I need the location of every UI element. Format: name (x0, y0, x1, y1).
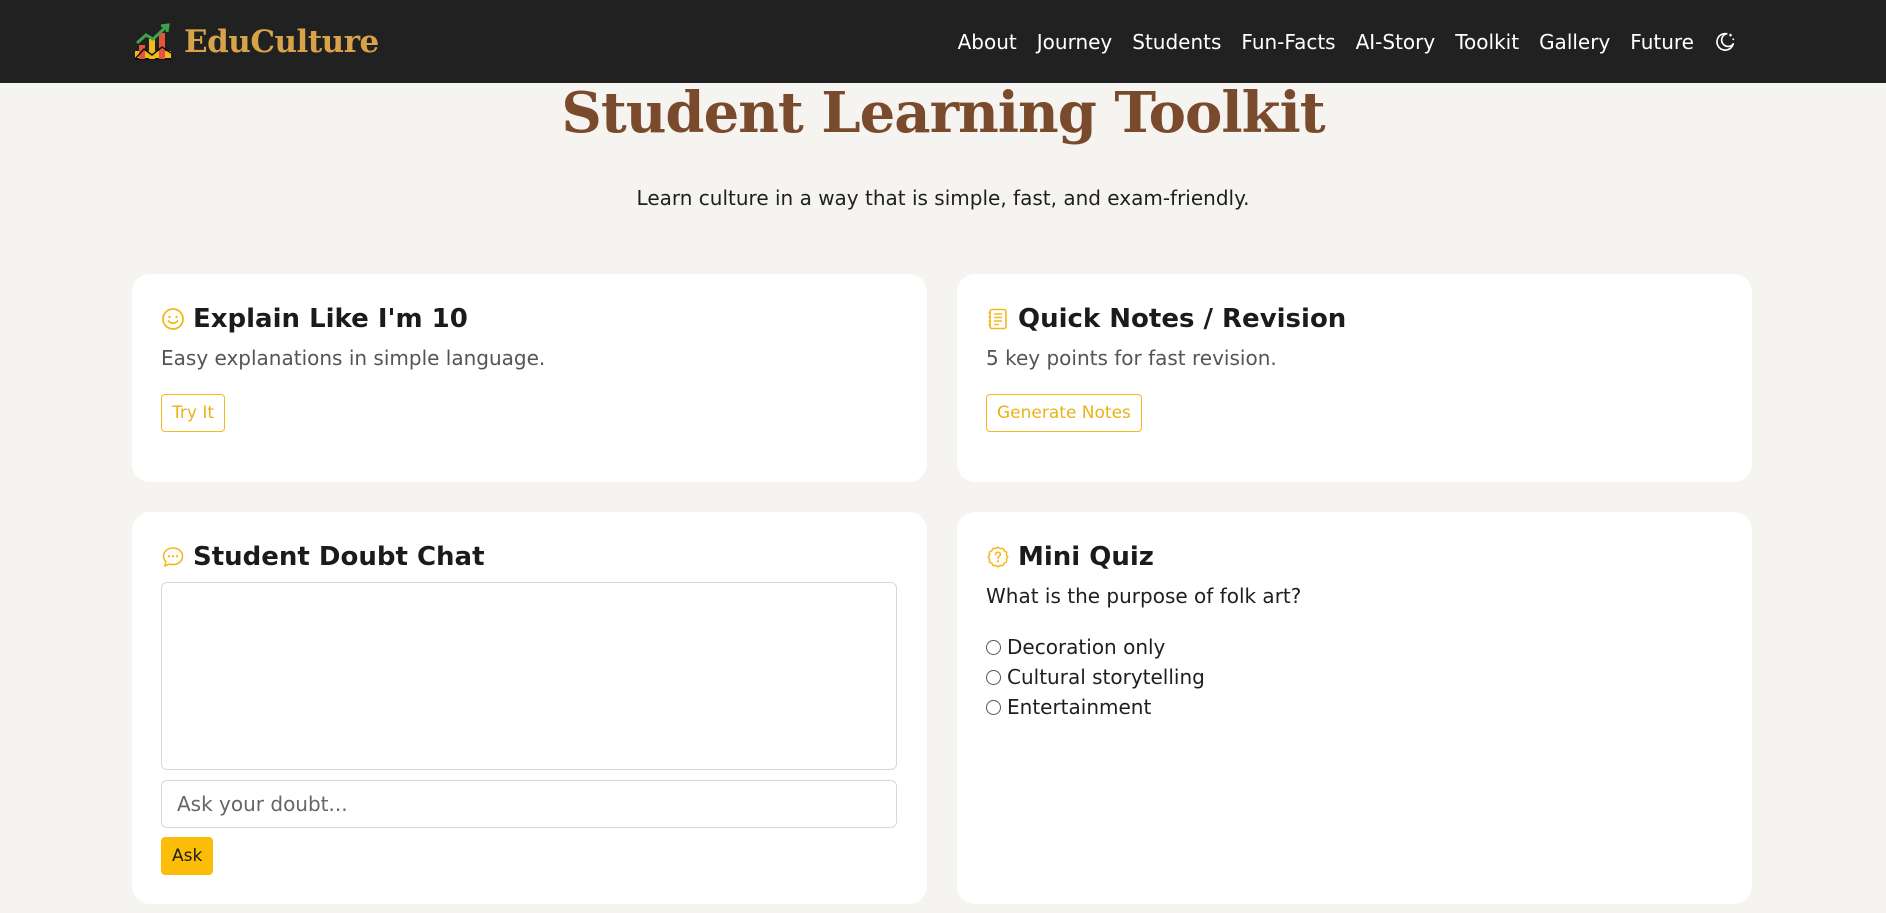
quiz-radio-decoration[interactable] (986, 639, 1001, 655)
quiz-option-storytelling[interactable]: Cultural storytelling (986, 662, 1205, 692)
nav-links: About Journey Students Fun-Facts AI-Stor… (958, 0, 1736, 83)
page-subtitle: Learn culture in a way that is simple, f… (636, 186, 1250, 210)
chat-icon (162, 547, 184, 567)
nav-future[interactable]: Future (1630, 30, 1694, 54)
explain-card-title: Explain Like I'm 10 (193, 304, 468, 334)
nav-journey[interactable]: Journey (1037, 30, 1113, 54)
nav-about[interactable]: About (958, 30, 1017, 54)
quiz-radio-entertainment[interactable] (986, 699, 1001, 715)
page-title: Student Learning Toolkit (561, 80, 1325, 146)
chat-messages-area[interactable] (161, 582, 897, 770)
nav-gallery[interactable]: Gallery (1539, 30, 1610, 54)
quiz-option-entertainment[interactable]: Entertainment (986, 692, 1205, 722)
try-it-button[interactable]: Try It (161, 394, 226, 432)
brand-name: EduCulture (184, 24, 379, 60)
doubt-chat-card-header: Student Doubt Chat (161, 542, 485, 572)
smile-icon (162, 308, 184, 330)
mini-quiz-card: Mini Quiz What is the purpose of folk ar… (957, 512, 1752, 904)
notes-card-description: 5 key points for fast revision. (986, 346, 1277, 370)
nav-fun-facts[interactable]: Fun-Facts (1241, 30, 1335, 54)
navbar: EduCulture About Journey Students Fun-Fa… (0, 0, 1886, 83)
quiz-option-label: Entertainment (1007, 695, 1152, 719)
notes-icon (988, 308, 1007, 330)
chart-growth-icon (134, 23, 172, 60)
notes-card: Quick Notes / Revision 5 key points for … (957, 274, 1752, 482)
doubt-input[interactable] (161, 780, 897, 828)
explain-card: Explain Like I'm 10 Easy explanations in… (132, 274, 927, 482)
mini-quiz-card-header: Mini Quiz (986, 542, 1154, 572)
question-icon (987, 546, 1009, 568)
nav-students[interactable]: Students (1132, 30, 1221, 54)
quiz-option-label: Cultural storytelling (1007, 665, 1205, 689)
moon-icon[interactable] (1714, 31, 1736, 53)
brand-logo[interactable]: EduCulture (132, 20, 379, 64)
notes-card-header: Quick Notes / Revision (986, 304, 1346, 334)
explain-card-header: Explain Like I'm 10 (161, 304, 468, 334)
nav-ai-story[interactable]: AI-Story (1356, 30, 1436, 54)
quiz-radio-storytelling[interactable] (986, 669, 1001, 685)
notes-card-title: Quick Notes / Revision (1018, 304, 1347, 334)
explain-card-description: Easy explanations in simple language. (161, 346, 546, 370)
quiz-option-decoration[interactable]: Decoration only (986, 632, 1205, 662)
generate-notes-button[interactable]: Generate Notes (986, 394, 1142, 432)
quiz-question: What is the purpose of folk art? (986, 584, 1302, 608)
quiz-options: Decoration only Cultural storytelling En… (986, 632, 1205, 722)
nav-toolkit[interactable]: Toolkit (1455, 30, 1519, 54)
doubt-chat-card-title: Student Doubt Chat (193, 542, 485, 572)
mini-quiz-card-title: Mini Quiz (1018, 542, 1154, 572)
ask-button[interactable]: Ask (161, 837, 214, 875)
doubt-chat-card: Student Doubt Chat Ask (132, 512, 927, 904)
quiz-option-label: Decoration only (1007, 635, 1166, 659)
